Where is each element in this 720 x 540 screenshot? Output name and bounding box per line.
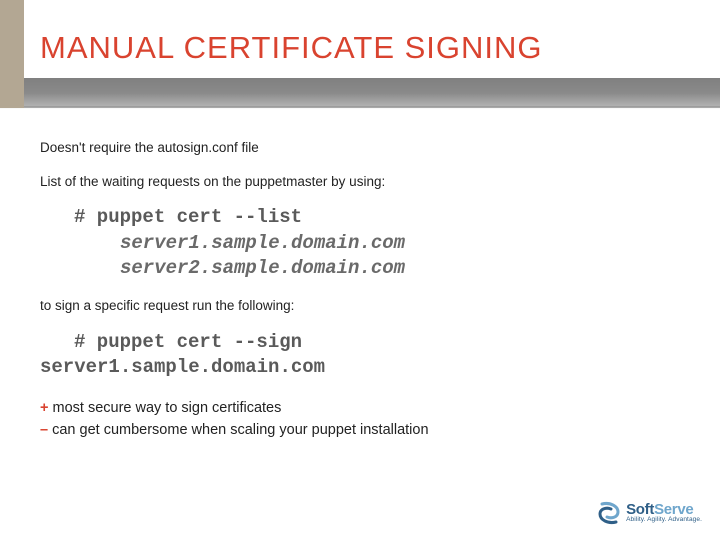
logo-mark-icon bbox=[596, 500, 622, 526]
code-list-cmd: # puppet cert --list bbox=[74, 206, 302, 228]
intro-line-1: Doesn't require the autosign.conf file bbox=[40, 138, 680, 158]
logo-name: SoftServe bbox=[626, 502, 702, 517]
code-list-output-2: server2.sample.domain.com bbox=[120, 256, 680, 282]
code-list: # puppet cert --list server1.sample.doma… bbox=[74, 205, 680, 282]
accent-stripe bbox=[0, 0, 24, 108]
code-sign: # puppet cert --sign server1.sample.doma… bbox=[40, 330, 680, 381]
code-list-output-1: server1.sample.domain.com bbox=[120, 231, 680, 257]
logo-text: SoftServe Ability. Agility. Advantage. bbox=[626, 502, 702, 524]
title-band bbox=[0, 78, 720, 108]
con-line: – can get cumbersome when scaling your p… bbox=[40, 419, 680, 441]
brand-logo: SoftServe Ability. Agility. Advantage. bbox=[596, 500, 702, 526]
page-title: MANUAL CERTIFICATE SIGNING bbox=[40, 30, 543, 66]
con-text: can get cumbersome when scaling your pup… bbox=[48, 422, 428, 438]
logo-tagline: Ability. Agility. Advantage. bbox=[626, 517, 702, 524]
pro-text: most secure way to sign certificates bbox=[48, 400, 281, 416]
pros-cons: + most secure way to sign certificates –… bbox=[40, 397, 680, 442]
intro-line-2: List of the waiting requests on the pupp… bbox=[40, 172, 680, 192]
intro-line-3: to sign a specific request run the follo… bbox=[40, 296, 680, 316]
code-sign-arg: server1.sample.domain.com bbox=[40, 356, 325, 378]
minus-icon: – bbox=[40, 422, 48, 438]
code-sign-cmd: # puppet cert --sign bbox=[74, 330, 680, 356]
slide-content: Doesn't require the autosign.conf file L… bbox=[40, 138, 680, 442]
pro-line: + most secure way to sign certificates bbox=[40, 397, 680, 419]
